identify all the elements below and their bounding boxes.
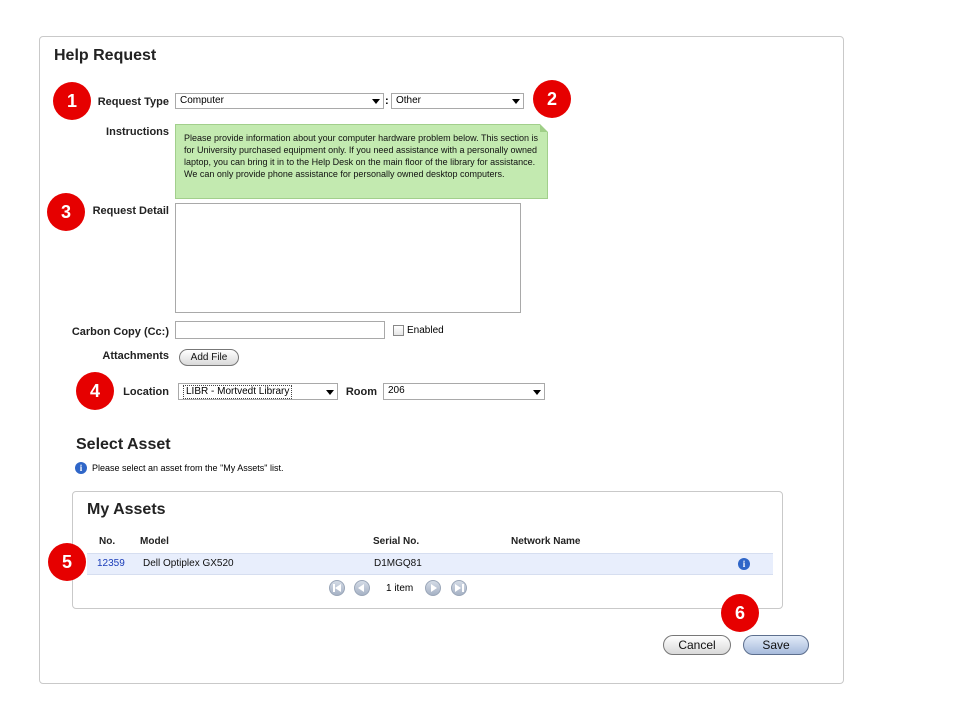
column-header-serial[interactable]: Serial No. bbox=[373, 536, 419, 547]
instructions-note: Please provide information about your co… bbox=[175, 124, 548, 199]
callout-badge-1: 1 bbox=[53, 82, 91, 120]
cc-enabled-checkbox[interactable] bbox=[393, 325, 404, 336]
select-asset-hint: Please select an asset from the "My Asse… bbox=[92, 463, 284, 473]
cc-input[interactable] bbox=[175, 321, 385, 339]
callout-badge-6: 6 bbox=[721, 594, 759, 632]
info-icon: i bbox=[75, 462, 87, 474]
request-type-select[interactable]: Computer bbox=[175, 93, 384, 109]
asset-model: Dell Optiplex GX520 bbox=[143, 558, 234, 569]
column-header-model[interactable]: Model bbox=[140, 536, 169, 547]
location-value: LIBR - Mortvedt Library bbox=[183, 385, 293, 399]
room-value: 206 bbox=[388, 385, 405, 396]
pager-count: 1 item bbox=[386, 583, 414, 594]
instructions-label: Instructions bbox=[106, 126, 169, 138]
prev-page-icon[interactable] bbox=[354, 580, 370, 596]
add-file-button[interactable]: Add File bbox=[179, 349, 239, 366]
cc-enabled-label: Enabled bbox=[407, 325, 444, 336]
table-row[interactable]: 12359 Dell Optiplex GX520 D1MGQ81 i bbox=[87, 553, 773, 575]
page-fold-icon bbox=[540, 124, 548, 132]
callout-badge-4: 4 bbox=[76, 372, 114, 410]
save-button[interactable]: Save bbox=[743, 635, 809, 655]
dropdown-arrow-icon bbox=[533, 390, 541, 395]
callout-badge-5: 5 bbox=[48, 543, 86, 581]
dropdown-arrow-icon bbox=[512, 99, 520, 104]
request-subtype-value: Other bbox=[396, 95, 422, 106]
select-asset-heading: Select Asset bbox=[76, 436, 171, 453]
location-select[interactable]: LIBR - Mortvedt Library bbox=[178, 383, 338, 400]
dropdown-arrow-icon bbox=[326, 390, 334, 395]
my-assets-heading: My Assets bbox=[87, 501, 166, 518]
instructions-text: Please provide information about your co… bbox=[184, 133, 539, 179]
column-header-network-name[interactable]: Network Name bbox=[511, 536, 580, 547]
dropdown-arrow-icon bbox=[372, 99, 380, 104]
last-page-icon[interactable] bbox=[451, 580, 467, 596]
page-title: Help Request bbox=[54, 47, 157, 64]
room-select[interactable]: 206 bbox=[383, 383, 545, 400]
request-type-value: Computer bbox=[180, 95, 224, 106]
callout-badge-2: 2 bbox=[533, 80, 571, 118]
request-subtype-select[interactable]: Other bbox=[391, 93, 524, 109]
asset-no-link[interactable]: 12359 bbox=[97, 558, 125, 569]
cancel-button[interactable]: Cancel bbox=[663, 635, 731, 655]
location-label: Location bbox=[123, 386, 169, 398]
first-page-icon[interactable] bbox=[329, 580, 345, 596]
cc-label: Carbon Copy (Cc:) bbox=[71, 326, 169, 338]
column-header-no[interactable]: No. bbox=[99, 536, 115, 547]
attachments-label: Attachments bbox=[102, 350, 169, 362]
request-detail-textarea[interactable] bbox=[175, 203, 521, 313]
asset-serial: D1MGQ81 bbox=[374, 558, 422, 569]
room-label: Room bbox=[345, 386, 377, 398]
callout-badge-3: 3 bbox=[47, 193, 85, 231]
request-type-separator: : bbox=[385, 95, 389, 107]
asset-info-icon[interactable]: i bbox=[738, 558, 750, 570]
next-page-icon[interactable] bbox=[425, 580, 441, 596]
